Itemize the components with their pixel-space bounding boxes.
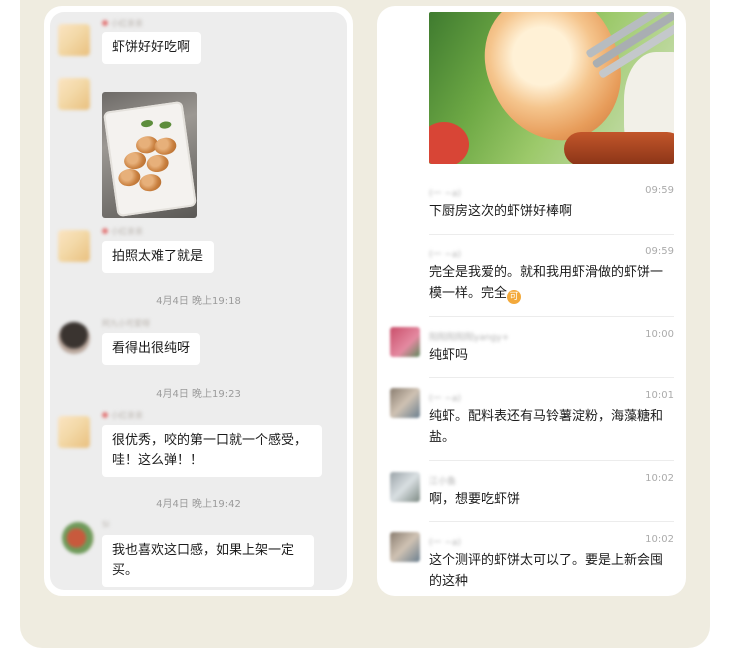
- chat-message[interactable]: (一 ~a) 09:59 完全是我爱的。就和我用虾滑做的虾饼一模一样。完全可: [429, 246, 674, 309]
- sender-name: 阳阳阳阳阳yangy+: [429, 333, 510, 343]
- leaf-garnish: [158, 120, 172, 130]
- message-bubble[interactable]: 我也喜欢这口感，如果上架一定买。: [102, 535, 314, 587]
- right-chat-screenshot: (一 ~a) 09:59 下厨房这次的虾饼好棒啊 (一 ~a) 09:59 完全…: [377, 6, 686, 596]
- message-time: 10:02: [645, 534, 674, 545]
- message-bubble[interactable]: 看得出很纯呀: [102, 333, 200, 365]
- chat-message[interactable]: (一 ~a) 09:59 下厨房这次的虾饼好棒啊: [429, 185, 674, 226]
- divider: [429, 460, 674, 461]
- chat-message[interactable]: 江小鱼 10:02 啊，想要吃虾饼: [429, 473, 674, 514]
- sender-name: Sl: [102, 520, 110, 529]
- sender-name: 江小鱼: [429, 477, 457, 487]
- left-chat-screenshot: 小红亲亲 虾饼好好吃啊 小红亲亲 拍照太难了就是 4月4日 晚上19:18 阿九…: [44, 6, 353, 596]
- sender-name: (一 ~a): [429, 538, 461, 548]
- divider: [429, 316, 674, 317]
- timestamp: 4月4日 晚上19:18: [156, 296, 241, 307]
- message-text: 纯虾。配料表还有马铃薯淀粉，海藻糖和盐。: [429, 409, 664, 445]
- message-time: 10:00: [645, 329, 674, 340]
- avatar[interactable]: [390, 388, 420, 418]
- sender-name: 小红亲亲: [102, 18, 143, 29]
- message-text-content: 完全是我爱的。就和我用虾滑做的虾饼一模一样。完全: [429, 265, 664, 301]
- plate-graphic: [103, 100, 197, 218]
- food-photo-shrimp-cake-salad[interactable]: [429, 12, 674, 164]
- chat-image-shrimp-cakes[interactable]: [102, 92, 197, 218]
- shrimp-cake: [153, 136, 178, 157]
- message-time: 09:59: [645, 246, 674, 257]
- avatar[interactable]: [390, 327, 420, 357]
- avatar[interactable]: [58, 230, 90, 262]
- sender-name: (一 ~a): [429, 250, 461, 260]
- avatar[interactable]: [58, 24, 90, 56]
- message-bubble[interactable]: 虾饼好好吃啊: [102, 32, 201, 64]
- message-text: 啊，想要吃虾饼: [429, 492, 521, 507]
- tomato-graphic: [429, 122, 469, 164]
- message-text: 这个测评的虾饼太可以了。要是上新会囤的这种: [429, 553, 664, 589]
- timestamp: 4月4日 晚上19:23: [156, 389, 241, 400]
- sender-name: 阿九小可爱呀: [102, 319, 150, 328]
- divider: [429, 377, 674, 378]
- sender-name: 小红亲亲: [102, 410, 143, 421]
- message-text: 完全是我爱的。就和我用虾滑做的虾饼一模一样。完全可: [429, 262, 674, 304]
- divider: [429, 234, 674, 235]
- avatar[interactable]: [390, 472, 420, 502]
- avatar[interactable]: [58, 78, 90, 110]
- divider: [429, 521, 674, 522]
- sender-name: 小红亲亲: [102, 226, 143, 237]
- sender-name: (一 ~a): [429, 189, 461, 199]
- shrimp-cake: [123, 150, 148, 171]
- message-bubble[interactable]: 拍照太难了就是: [102, 241, 214, 273]
- chat-message[interactable]: (一 ~a) 10:01 纯虾。配料表还有马铃薯淀粉，海藻糖和盐。: [429, 390, 674, 453]
- chat-message[interactable]: 阳阳阳阳阳yangy+ 10:00 纯虾吗: [429, 329, 674, 370]
- message-time: 10:02: [645, 473, 674, 484]
- message-bubble[interactable]: 很优秀，咬的第一口就一个感受，哇！这么弹！！: [102, 425, 322, 477]
- left-chat-area: 小红亲亲 虾饼好好吃啊 小红亲亲 拍照太难了就是 4月4日 晚上19:18 阿九…: [50, 12, 347, 590]
- message-text: 下厨房这次的虾饼好棒啊: [429, 204, 573, 219]
- coin-emoji-icon: 可: [507, 290, 522, 304]
- timestamp: 4月4日 晚上19:42: [156, 499, 241, 510]
- shrimp-cake: [117, 167, 142, 188]
- message-time: 09:59: [645, 185, 674, 196]
- leaf-garnish: [140, 119, 154, 128]
- avatar[interactable]: [58, 322, 90, 354]
- message-text: 纯虾吗: [429, 348, 469, 363]
- shrimp-cake: [145, 153, 170, 174]
- sausage-graphic: [564, 132, 674, 164]
- chat-message[interactable]: (一 ~a) 10:02 这个测评的虾饼太可以了。要是上新会囤的这种: [429, 534, 674, 595]
- sender-name: (一 ~a): [429, 394, 461, 404]
- avatar[interactable]: [390, 532, 420, 562]
- message-time: 10:01: [645, 390, 674, 401]
- avatar[interactable]: [58, 416, 90, 448]
- shrimp-cake: [138, 172, 163, 193]
- avatar[interactable]: [62, 522, 94, 554]
